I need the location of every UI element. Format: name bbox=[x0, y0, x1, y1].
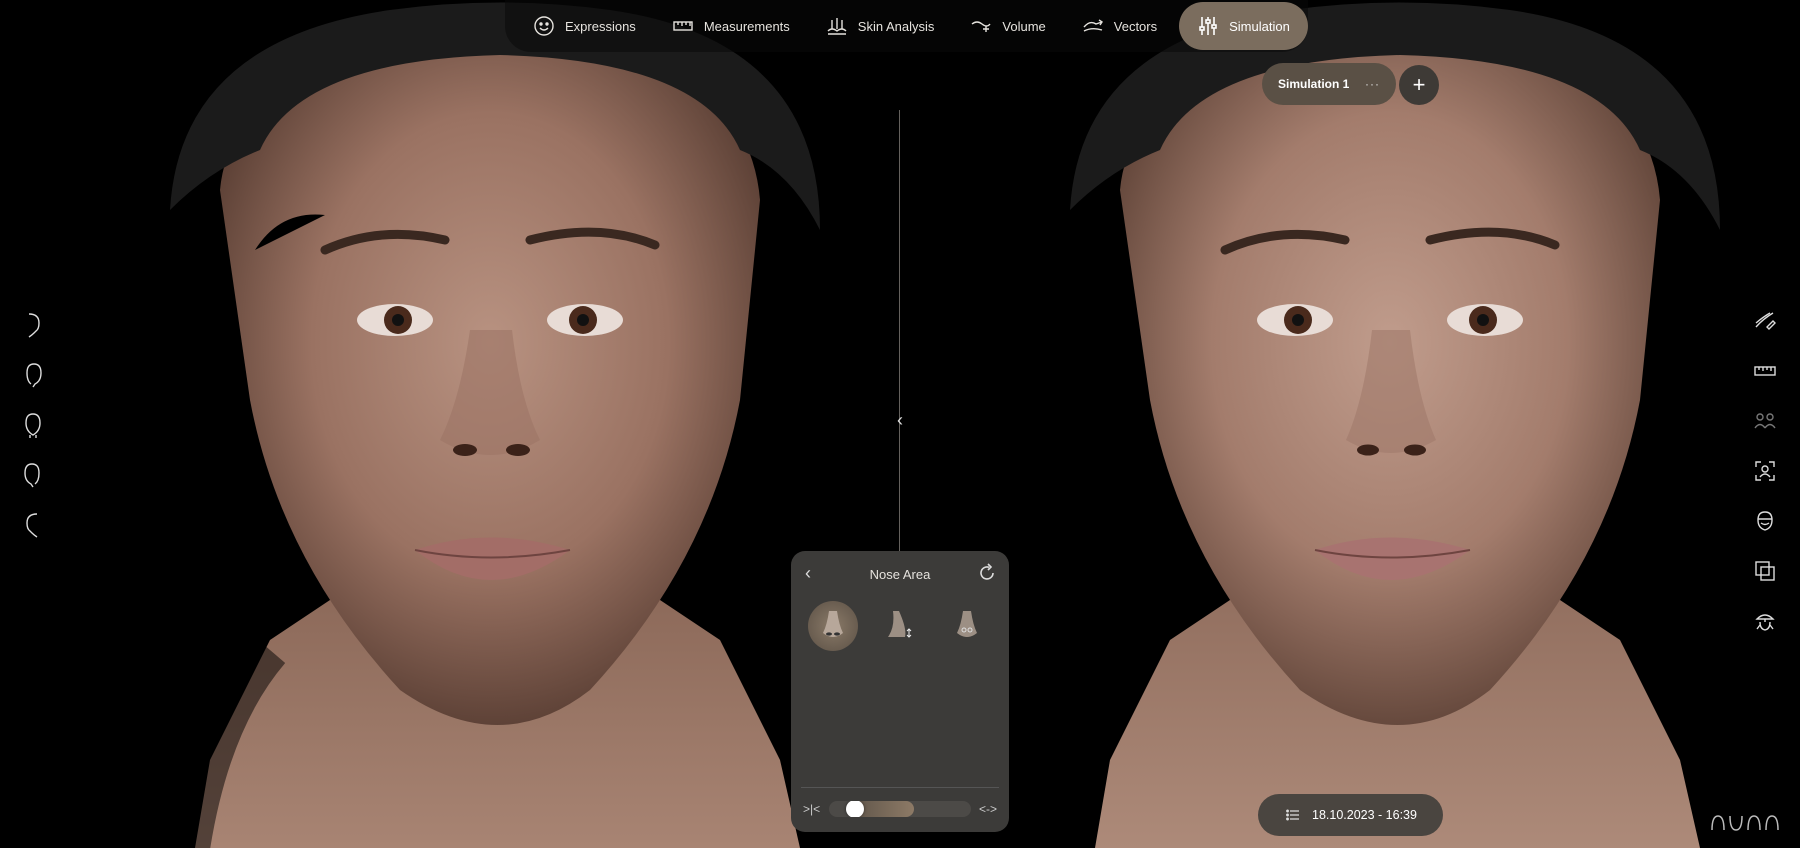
skin-analysis-icon bbox=[827, 18, 847, 35]
chevron-back-icon[interactable]: ‹ bbox=[805, 563, 811, 584]
compare-people-icon bbox=[1754, 413, 1776, 429]
face-mask-icon bbox=[1757, 511, 1773, 531]
simulation-tab-label: Simulation 1 bbox=[1278, 77, 1350, 91]
front-view-icon bbox=[25, 413, 41, 438]
nav-vectors-label: Vectors bbox=[1113, 18, 1158, 34]
nose-profile-icon bbox=[887, 611, 912, 638]
nose-profile-option[interactable] bbox=[875, 601, 925, 651]
profile-left-view-icon bbox=[26, 513, 38, 538]
nose-tip-icon bbox=[957, 611, 978, 637]
focus-frame-icon bbox=[1755, 461, 1775, 481]
layers-button[interactable] bbox=[1752, 546, 1778, 596]
simulation-tab[interactable]: Simulation 1 ··· bbox=[1262, 63, 1396, 105]
aura-logo bbox=[1711, 815, 1779, 831]
intensity-slider[interactable] bbox=[829, 801, 971, 817]
volume-icon bbox=[971, 21, 991, 32]
panel-divider bbox=[801, 787, 999, 788]
compare-people-button[interactable] bbox=[1752, 396, 1778, 446]
ruler-icon bbox=[673, 21, 693, 31]
nose-options bbox=[791, 601, 1009, 651]
right-toolbar bbox=[1752, 296, 1778, 646]
face-mask-button[interactable] bbox=[1752, 496, 1778, 546]
view-front-button[interactable] bbox=[20, 400, 46, 450]
nav-skin-analysis-label: Skin Analysis bbox=[857, 18, 935, 34]
profile-right-view-icon bbox=[28, 313, 40, 338]
view-profile-left-button[interactable] bbox=[20, 500, 46, 550]
panel-header: ‹ Nose Area bbox=[791, 551, 1009, 597]
nav-measurements[interactable]: Measurements bbox=[654, 2, 808, 50]
nav-vectors[interactable]: Vectors bbox=[1064, 2, 1175, 50]
nose-front-option[interactable] bbox=[807, 601, 858, 651]
panel-title: Nose Area bbox=[869, 566, 931, 582]
nav-simulation-label: Simulation bbox=[1229, 18, 1290, 34]
layers-icon bbox=[1755, 561, 1775, 581]
nav-measurements-label: Measurements bbox=[703, 18, 790, 34]
ruler-icon bbox=[1754, 366, 1776, 376]
three-quarter-right-view-icon bbox=[26, 363, 42, 388]
measure-button[interactable] bbox=[1752, 346, 1778, 396]
widen-icon: <-> bbox=[979, 802, 998, 816]
nose-area-panel: ‹ Nose Area >|< <-> bbox=[791, 551, 1009, 832]
nose-front-icon bbox=[822, 611, 843, 637]
nav-skin-analysis[interactable]: Skin Analysis bbox=[808, 2, 953, 50]
intensity-slider-row: >|< <-> bbox=[803, 796, 997, 822]
three-quarter-left-view-icon bbox=[24, 463, 40, 488]
view-three-quarter-right-button[interactable] bbox=[20, 350, 46, 400]
add-simulation-button[interactable]: + bbox=[1399, 65, 1439, 105]
more-options-button[interactable]: ··· bbox=[1365, 77, 1380, 91]
annotate-icon bbox=[1755, 312, 1776, 330]
reset-icon[interactable] bbox=[977, 563, 997, 583]
simulated-face-view[interactable] bbox=[1000, 0, 1800, 848]
narrow-icon: >|< bbox=[803, 802, 821, 816]
view-three-quarter-left-button[interactable] bbox=[20, 450, 46, 500]
focus-frame-button[interactable] bbox=[1752, 446, 1778, 496]
list-icon bbox=[1286, 809, 1299, 821]
view-angle-toolbar bbox=[20, 300, 46, 550]
nav-expressions[interactable]: Expressions bbox=[515, 2, 654, 50]
view-profile-right-button[interactable] bbox=[20, 300, 46, 350]
chevron-left-icon[interactable]: ‹ bbox=[890, 410, 910, 434]
nav-expressions-label: Expressions bbox=[565, 18, 636, 34]
lighting-icon bbox=[1755, 614, 1775, 631]
nav-simulation[interactable]: Simulation bbox=[1179, 2, 1308, 50]
nav-volume[interactable]: Volume bbox=[952, 2, 1063, 50]
session-date-selector[interactable]: 18.10.2023 - 16:39 bbox=[1258, 794, 1443, 836]
session-date-label: 18.10.2023 - 16:39 bbox=[1312, 808, 1417, 822]
lighting-button[interactable] bbox=[1752, 596, 1778, 646]
sliders-icon bbox=[1199, 17, 1217, 35]
nose-tip-option[interactable] bbox=[942, 601, 992, 651]
nav-volume-label: Volume bbox=[1002, 18, 1046, 34]
smiley-icon bbox=[534, 16, 554, 36]
slider-knob[interactable] bbox=[846, 801, 865, 817]
original-face-view[interactable] bbox=[100, 0, 900, 848]
vectors-icon bbox=[1083, 19, 1103, 32]
annotate-button[interactable] bbox=[1752, 296, 1778, 346]
top-navigation: Expressions Measurements Skin Analysis V… bbox=[505, 0, 1308, 52]
